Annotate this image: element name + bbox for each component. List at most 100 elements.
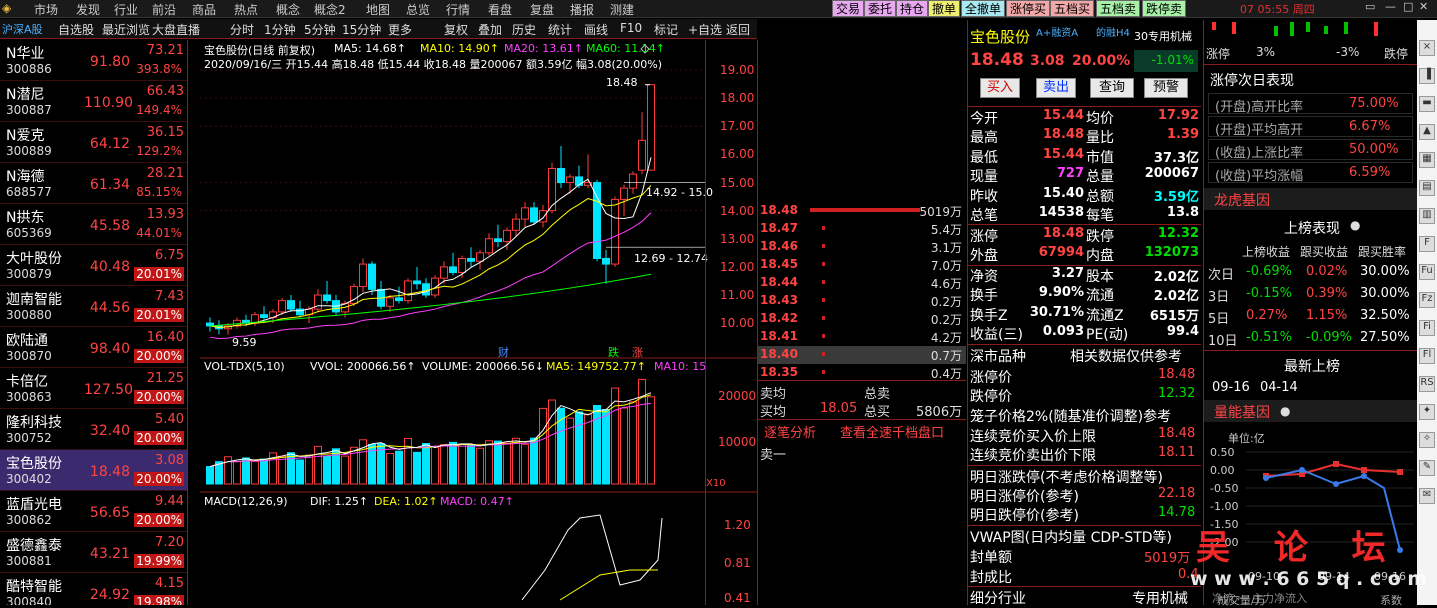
side-tool-icon[interactable]: ▬ bbox=[1419, 96, 1435, 112]
bid-row[interactable]: 18.42 0.2万 bbox=[758, 310, 966, 328]
sell-button[interactable]: 卖出 bbox=[1036, 78, 1076, 98]
bid-row[interactable]: 18.43 0.2万 bbox=[758, 292, 966, 310]
menu-button-3[interactable]: 撤单 bbox=[928, 0, 961, 17]
menu-item-0[interactable]: 市场 bbox=[34, 1, 58, 18]
menu-item-7[interactable]: 概念2 bbox=[314, 1, 346, 18]
stock-row[interactable]: 迦南智能 300880 44.56 7.43 20.01% bbox=[0, 286, 187, 327]
side-tool-icon[interactable]: ✎ bbox=[1419, 460, 1435, 476]
menu-button-4[interactable]: 全撤单 bbox=[961, 0, 1006, 17]
menu-button-7[interactable]: 五档卖 bbox=[1096, 0, 1141, 17]
menu-item-4[interactable]: 商品 bbox=[192, 1, 216, 18]
menu-item-9[interactable]: 总览 bbox=[406, 1, 430, 18]
info-icon-2[interactable]: ● bbox=[1280, 404, 1290, 418]
side-tool-icon[interactable]: × bbox=[1419, 40, 1435, 56]
period-tab-3[interactable]: 15分钟 bbox=[342, 21, 381, 38]
full-depth-link[interactable]: 查看全速千档盘口 bbox=[840, 422, 944, 441]
app-logo-icon[interactable]: ◈ bbox=[2, 1, 11, 15]
menu-button-2[interactable]: 持仓 bbox=[896, 0, 929, 17]
menu-button-0[interactable]: 交易 bbox=[832, 0, 865, 17]
stock-row[interactable]: N潜尼 300887 110.90 66.43 149.4% bbox=[0, 81, 187, 122]
menu-button-1[interactable]: 委托 bbox=[864, 0, 897, 17]
minimize-icon[interactable]: — bbox=[1385, 0, 1396, 13]
dragon-tiger-header[interactable]: 龙虎基因 bbox=[1204, 188, 1417, 210]
menu-button-5[interactable]: 涨停买 bbox=[1006, 0, 1051, 17]
bid-row[interactable]: 18.48 5019万 bbox=[758, 202, 966, 220]
period-tab-2[interactable]: 5分钟 bbox=[304, 21, 336, 38]
kline-chart[interactable]: 宝色股份(日线 前复权) MA5: 14.68↑ MA10: 14.90↑ MA… bbox=[200, 40, 757, 605]
menu-button-6[interactable]: 五档买 bbox=[1050, 0, 1095, 17]
stock-row[interactable]: 盛德鑫泰 300881 43.21 7.20 19.99% bbox=[0, 532, 187, 573]
side-tool-icon[interactable]: Fz bbox=[1419, 292, 1435, 308]
stock-row[interactable]: 大叶股份 300879 40.48 6.75 20.01% bbox=[0, 245, 187, 286]
stock-row[interactable]: N华业 300886 91.80 73.21 393.8% bbox=[0, 40, 187, 81]
side-tool-icon[interactable]: Fi bbox=[1419, 320, 1435, 336]
menu-item-8[interactable]: 地图 bbox=[366, 1, 390, 18]
menu-item-2[interactable]: 行业 bbox=[114, 1, 138, 18]
side-tool-icon[interactable]: ▦ bbox=[1419, 152, 1435, 168]
event-die[interactable]: 跌 bbox=[608, 344, 619, 360]
side-tool-icon[interactable]: Fl bbox=[1419, 348, 1435, 364]
bid-row[interactable]: 18.47 5.4万 bbox=[758, 220, 966, 238]
stock-row[interactable]: 欧陆通 300870 98.40 16.40 20.00% bbox=[0, 327, 187, 368]
bid-row[interactable]: 18.46 3.1万 bbox=[758, 238, 966, 256]
tool-1[interactable]: 叠加 bbox=[478, 21, 502, 38]
tool-4[interactable]: 画线 bbox=[584, 21, 608, 38]
bid-row[interactable]: 18.41 4.2万 bbox=[758, 328, 966, 346]
market-tab[interactable]: 沪深A股 bbox=[2, 21, 43, 37]
period-tab-4[interactable]: 更多 bbox=[388, 21, 412, 38]
side-tool-icon[interactable]: ▤ bbox=[1419, 180, 1435, 196]
stock-row[interactable]: 隆利科技 300752 32.40 5.40 20.00% bbox=[0, 409, 187, 450]
stock-row[interactable]: 宝色股份 300402 18.48 3.08 20.00% bbox=[0, 450, 187, 491]
buy-button[interactable]: 买入 bbox=[980, 78, 1020, 98]
tool-2[interactable]: 历史 bbox=[512, 21, 536, 38]
list-tab-1[interactable]: 最近浏览 bbox=[102, 21, 150, 38]
stock-row[interactable]: 卡倍亿 300863 127.50 21.25 20.00% bbox=[0, 368, 187, 409]
menu-button-8[interactable]: 跌停卖 bbox=[1142, 0, 1187, 17]
latest-date-1[interactable]: 09-16 bbox=[1212, 380, 1250, 395]
menu-item-12[interactable]: 复盘 bbox=[530, 1, 554, 18]
tool-7[interactable]: +自选 bbox=[688, 21, 722, 38]
menu-item-3[interactable]: 前沿 bbox=[152, 1, 176, 18]
menu-item-5[interactable]: 热点 bbox=[234, 1, 258, 18]
menu-item-10[interactable]: 行情 bbox=[446, 1, 470, 18]
stock-row[interactable]: N爱克 300889 64.12 36.15 129.2% bbox=[0, 122, 187, 163]
menu-item-1[interactable]: 发现 bbox=[76, 1, 100, 18]
menu-item-13[interactable]: 播报 bbox=[570, 1, 594, 18]
tool-3[interactable]: 统计 bbox=[548, 21, 572, 38]
bid-row[interactable]: 18.45 7.0万 bbox=[758, 256, 966, 274]
latest-date-2[interactable]: 04-14 bbox=[1260, 380, 1298, 395]
side-tool-icon[interactable]: ✉ bbox=[1419, 488, 1435, 504]
side-tool-icon[interactable]: ✧ bbox=[1419, 432, 1435, 448]
bid-row[interactable]: 18.40 0.7万 bbox=[758, 346, 966, 364]
tool-8[interactable]: 返回 bbox=[726, 21, 750, 38]
side-tool-icon[interactable]: ▐ bbox=[1419, 68, 1435, 84]
period-tab-1[interactable]: 1分钟 bbox=[264, 21, 296, 38]
stock-row[interactable]: 酷特智能 300840 24.92 4.15 19.98% bbox=[0, 573, 187, 605]
tool-5[interactable]: F10 bbox=[620, 21, 642, 35]
period-tab-0[interactable]: 分时 bbox=[230, 21, 254, 38]
tool-6[interactable]: 标记 bbox=[654, 21, 678, 38]
side-tool-icon[interactable]: Fu bbox=[1419, 264, 1435, 280]
vwap-link[interactable]: VWAP图(日内均量 CDP-STD等) bbox=[970, 527, 1172, 547]
query-button[interactable]: 查询 bbox=[1090, 78, 1134, 98]
sub-industry-value[interactable]: 专用机械 bbox=[1132, 588, 1188, 608]
close-icon[interactable]: ✕ bbox=[1419, 0, 1428, 13]
alert-button[interactable]: 预警 bbox=[1144, 78, 1188, 98]
stock-row[interactable]: N拱东 605369 45.58 13.93 44.01% bbox=[0, 204, 187, 245]
side-tool-icon[interactable]: ▲ bbox=[1419, 124, 1435, 140]
event-cai[interactable]: 财 bbox=[498, 344, 509, 360]
info-icon[interactable]: ● bbox=[1350, 218, 1360, 232]
stock-row[interactable]: N海德 688577 61.34 28.21 85.15% bbox=[0, 163, 187, 204]
event-zhang[interactable]: 涨 bbox=[632, 344, 643, 360]
bid-row[interactable]: 18.44 4.6万 bbox=[758, 274, 966, 292]
list-tab-0[interactable]: 自选股 bbox=[58, 21, 94, 38]
side-tool-icon[interactable]: ▥ bbox=[1419, 208, 1435, 224]
tool-0[interactable]: 复权 bbox=[444, 21, 468, 38]
side-tool-icon[interactable]: ✦ bbox=[1419, 404, 1435, 420]
list-tab-2[interactable]: 大盘直播 bbox=[152, 21, 200, 38]
volume-gene-header[interactable]: 量能基因 ● bbox=[1204, 400, 1417, 422]
stock-row[interactable]: 蓝盾光电 300862 56.65 9.44 20.00% bbox=[0, 491, 187, 532]
maximize-icon[interactable]: □ bbox=[1403, 0, 1413, 13]
menu-item-6[interactable]: 概念 bbox=[276, 1, 300, 18]
restore-icon[interactable]: ▭ bbox=[1365, 0, 1375, 13]
